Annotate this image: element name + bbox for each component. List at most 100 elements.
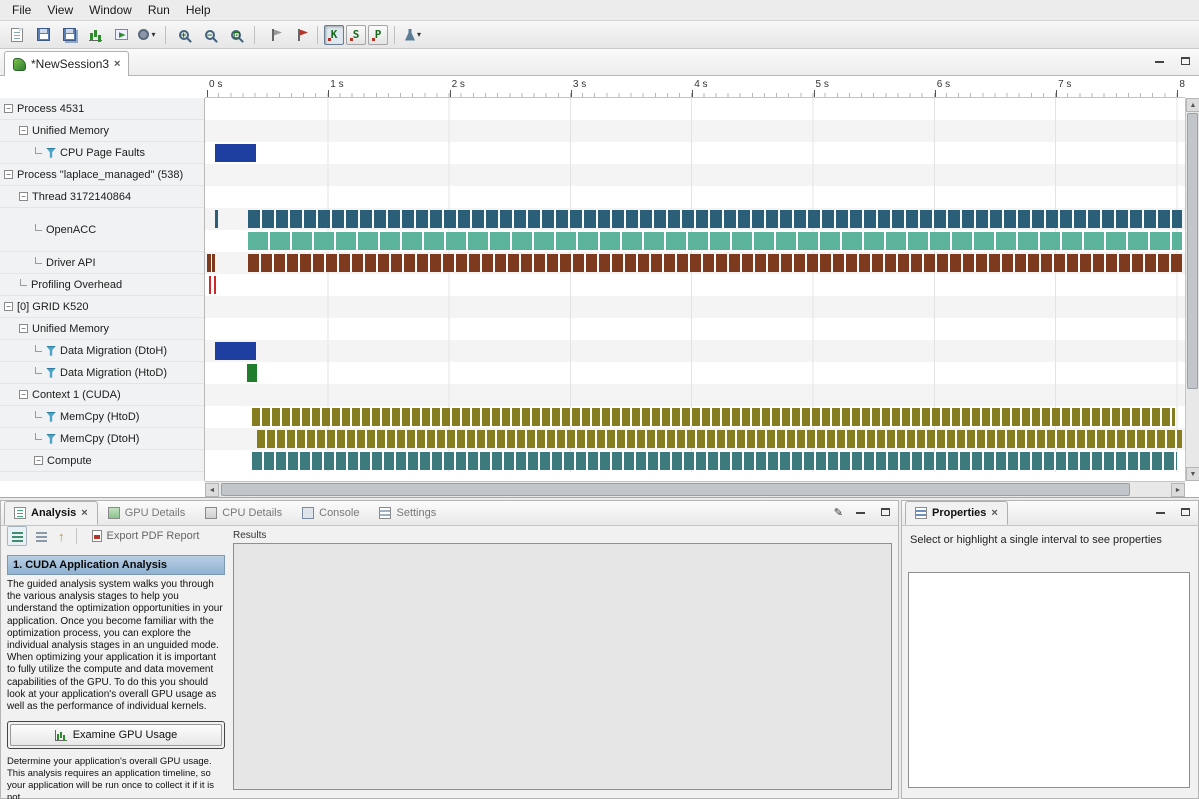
collapse-toggle-icon[interactable]: − [4,302,13,311]
minimize-icon[interactable] [1151,54,1167,68]
menu-run[interactable]: Run [140,1,178,19]
timeline-interval[interactable] [215,210,218,228]
collapse-toggle-icon[interactable]: − [19,192,28,201]
tree-row[interactable]: Driver API [0,252,204,274]
timeline-interval[interactable] [207,254,211,272]
properties-minimize-icon[interactable] [1152,505,1168,519]
timeline-track[interactable] [205,120,1185,142]
scroll-down-icon[interactable]: ▼ [1186,467,1199,481]
tree-row[interactable]: −[0] GRID K520 [0,296,204,318]
unguided-analysis-icon[interactable] [31,526,51,546]
collapse-toggle-icon[interactable]: − [19,126,28,135]
zoom-fit-icon[interactable]: ⊡ [224,23,248,47]
settings-dropdown-icon[interactable]: ▾ [135,23,159,47]
tree-row[interactable]: −Context 1 (CUDA) [0,384,204,406]
tab-properties-close-icon[interactable]: × [991,507,997,519]
timeline-track[interactable] [205,406,1185,428]
timeline-interval[interactable] [215,144,255,162]
tab-cpu-details[interactable]: CPU Details [195,501,292,525]
scroll-left-icon[interactable]: ◄ [205,483,219,497]
process-toggle-button[interactable]: P [368,25,388,45]
tab-console[interactable]: Console [292,501,369,525]
scroll-up-icon[interactable]: ▲ [1186,98,1199,112]
timeline-interval[interactable] [215,342,255,360]
timeline-track[interactable] [205,428,1185,450]
zoom-in-icon[interactable]: + [172,23,196,47]
timeline-track[interactable] [205,142,1185,164]
timeline-track[interactable] [205,362,1185,384]
scroll-right-icon[interactable]: ► [1171,483,1185,497]
tab-gpu-details[interactable]: GPU Details [98,501,196,525]
timeline-track[interactable] [205,450,1185,472]
timeline-track[interactable] [205,98,1185,120]
menu-view[interactable]: View [39,1,81,19]
tree-row[interactable]: OpenACC [0,208,204,252]
filter-icon[interactable] [46,368,56,378]
timeline-track[interactable] [205,340,1185,362]
timeline-vscrollbar[interactable]: ▲ ▼ [1185,98,1199,481]
timeline-interval[interactable] [257,430,1183,448]
filter-icon[interactable] [46,148,56,158]
stream-toggle-button[interactable]: S [346,25,366,45]
timeline-interval[interactable] [248,232,1182,250]
tree-row[interactable]: Data Migration (HtoD) [0,362,204,384]
run-analysis-icon[interactable]: ▾ [401,23,425,47]
timeline-track[interactable] [205,274,1185,296]
back-up-icon[interactable]: ↑ [55,529,68,544]
analysis-maximize-icon[interactable] [877,505,893,519]
next-marker-icon[interactable] [287,23,311,47]
filter-icon[interactable] [46,346,56,356]
zoom-out-icon[interactable]: − [198,23,222,47]
import-icon[interactable] [109,23,133,47]
hscroll-thumb[interactable] [221,483,1130,496]
tree-row[interactable]: −Unified Memory [0,318,204,340]
timeline-interval[interactable] [252,452,1178,470]
vscroll-thumb[interactable] [1187,113,1198,389]
profile-application-icon[interactable] [83,23,107,47]
tab-analysis-close-icon[interactable]: × [81,507,87,519]
view-menu-icon[interactable]: ✎ [834,506,843,519]
collapse-toggle-icon[interactable]: − [34,456,43,465]
collapse-toggle-icon[interactable]: − [19,390,28,399]
timeline-track[interactable] [205,186,1185,208]
timeline-interval[interactable] [212,254,216,272]
timeline-hscrollbar[interactable]: ◄ ► [205,481,1185,497]
session-tab[interactable]: *NewSession3 × [4,51,129,76]
timeline-track[interactable] [205,252,1185,274]
menu-window[interactable]: Window [81,1,140,19]
export-pdf-button[interactable]: Export PDF Report [85,527,207,545]
collapse-toggle-icon[interactable]: − [4,104,13,113]
kernel-toggle-button[interactable]: K [324,25,344,45]
tree-row[interactable]: −Thread 3172140864 [0,186,204,208]
tree-row[interactable]: MemCpy (HtoD) [0,406,204,428]
session-tab-close-icon[interactable]: × [114,58,120,70]
timeline-interval[interactable] [209,276,211,294]
timeline-interval[interactable] [214,276,216,294]
timeline-interval[interactable] [248,210,1182,228]
tree-row[interactable]: Data Migration (DtoH) [0,340,204,362]
examine-gpu-usage-button[interactable]: Examine GPU Usage [10,724,222,746]
timeline-track[interactable] [205,208,1185,230]
analysis-minimize-icon[interactable] [852,505,868,519]
timeline-interval[interactable] [248,254,1182,272]
save-all-icon[interactable] [57,23,81,47]
tree-row[interactable]: −Compute [0,450,204,472]
tree-row[interactable]: CPU Page Faults [0,142,204,164]
collapse-toggle-icon[interactable]: − [4,170,13,179]
properties-maximize-icon[interactable] [1177,505,1193,519]
filter-icon[interactable] [46,412,56,422]
tab-analysis[interactable]: Analysis × [4,501,98,525]
save-icon[interactable] [31,23,55,47]
timeline-track[interactable] [205,164,1185,186]
tree-row[interactable]: Profiling Overhead [0,274,204,296]
collapse-toggle-icon[interactable]: − [19,324,28,333]
maximize-icon[interactable] [1177,54,1193,68]
timeline-track[interactable] [205,230,1185,252]
timeline-interval[interactable] [247,364,257,382]
menu-file[interactable]: File [4,1,39,19]
tab-settings[interactable]: Settings [369,501,446,525]
tree-row[interactable]: MemCpy (DtoH) [0,428,204,450]
tree-row[interactable]: −Process 4531 [0,98,204,120]
prev-marker-icon[interactable] [261,23,285,47]
filter-icon[interactable] [46,434,56,444]
